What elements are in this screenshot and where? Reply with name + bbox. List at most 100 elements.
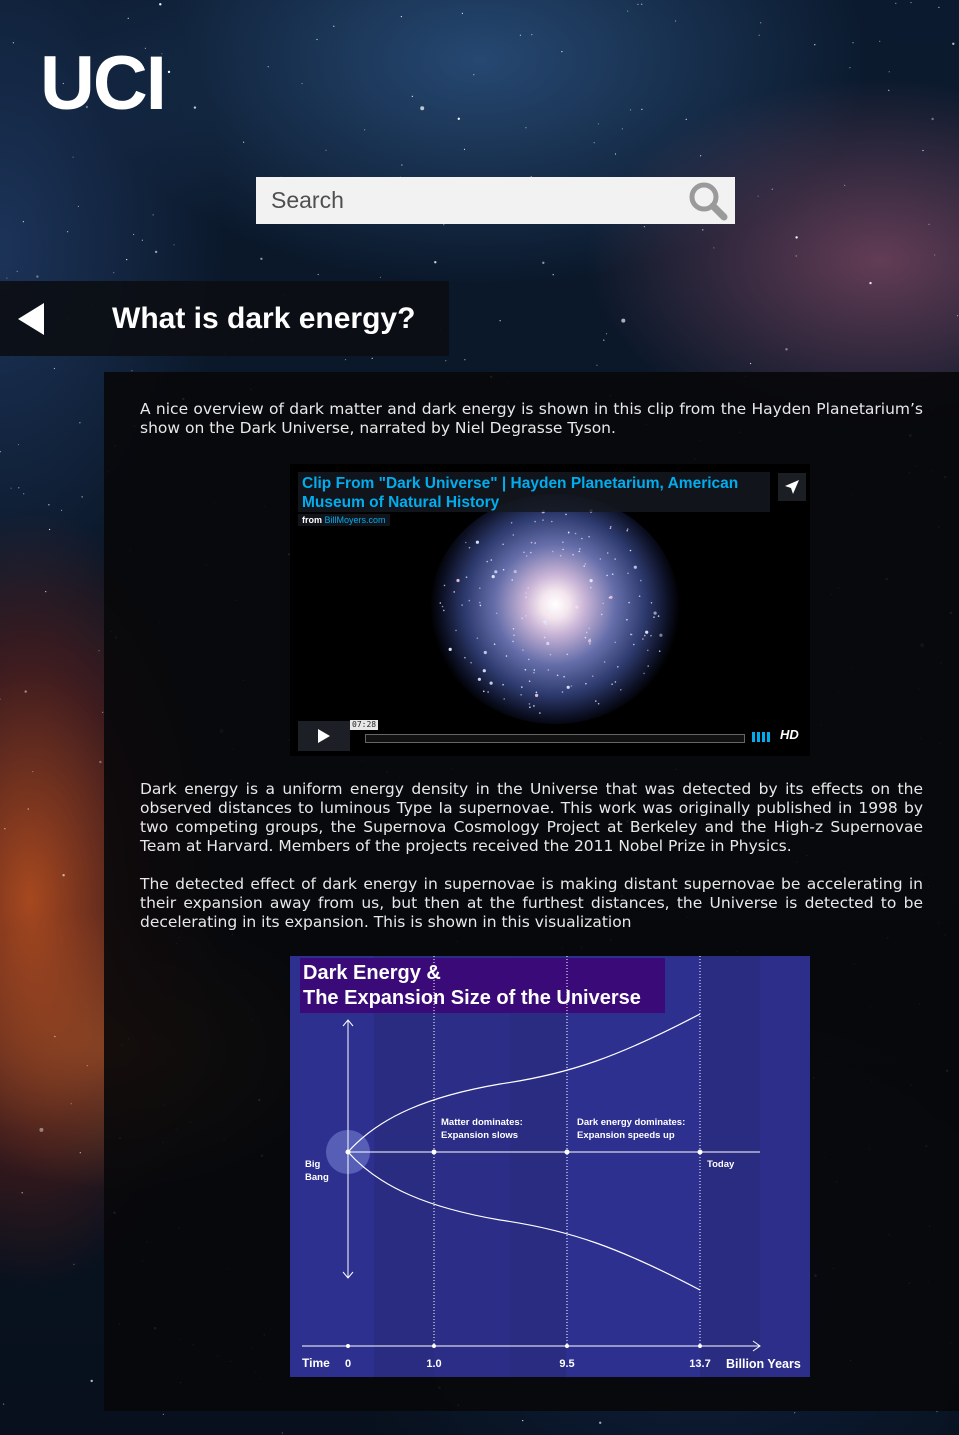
video-player[interactable]: Clip From "Dark Universe" | Hayden Plane… <box>290 464 810 756</box>
galaxy-star <box>659 633 663 637</box>
galaxy-star <box>638 595 641 597</box>
search-input[interactable] <box>256 176 673 225</box>
intro-paragraph: A nice overview of dark matter and dark … <box>140 400 923 437</box>
star <box>36 275 39 278</box>
galaxy-star <box>483 650 487 655</box>
search-icon[interactable] <box>687 180 729 222</box>
star <box>603 339 605 341</box>
galaxy-star <box>540 594 543 596</box>
video-title-link[interactable]: Clip From "Dark Universe" | Hayden Plane… <box>302 474 766 512</box>
matter-annotation-line1: Matter dominates: <box>441 1117 523 1128</box>
star <box>928 223 930 225</box>
galaxy-star <box>588 535 590 538</box>
galaxy-star <box>479 604 482 607</box>
galaxy-star <box>502 568 505 571</box>
galaxy-star <box>505 655 508 657</box>
paper-plane-icon <box>785 480 799 494</box>
galaxy-star <box>658 650 661 652</box>
galaxy-star <box>503 698 505 700</box>
galaxy-star <box>585 631 588 634</box>
galaxy-star <box>620 689 622 691</box>
video-progress-bar[interactable] <box>365 734 745 743</box>
star <box>910 1 912 4</box>
galaxy-star <box>603 661 606 663</box>
galaxy-star <box>584 636 587 639</box>
star <box>596 364 598 366</box>
star <box>936 1411 938 1413</box>
star <box>364 129 366 131</box>
star <box>260 257 263 260</box>
big-bang-point <box>345 1149 351 1155</box>
body-paragraph-2: The detected effect of dark energy in su… <box>140 875 923 931</box>
galaxy-star <box>493 643 496 645</box>
galaxy-star <box>633 565 637 569</box>
time-axis-unit: Billion Years <box>726 1357 801 1371</box>
galaxy-star <box>630 633 633 636</box>
star <box>401 164 403 166</box>
star <box>193 106 197 109</box>
galaxy-star <box>545 623 547 625</box>
star <box>126 259 128 261</box>
galaxy-star <box>482 669 486 673</box>
star <box>411 95 413 97</box>
galaxy-star <box>627 572 629 575</box>
star <box>794 1412 796 1414</box>
star <box>552 274 554 276</box>
galaxy-star <box>523 551 525 554</box>
galaxy-star <box>443 609 445 612</box>
era-band <box>760 956 810 1377</box>
volume-bars-icon[interactable] <box>752 732 774 742</box>
galaxy-star <box>543 620 547 624</box>
star <box>593 142 595 144</box>
content-panel: A nice overview of dark matter and dark … <box>104 372 959 1411</box>
galaxy-star <box>588 627 590 630</box>
star <box>23 493 25 495</box>
video-source-link[interactable]: BillMoyers.com <box>325 515 386 525</box>
galaxy-star <box>559 554 562 557</box>
star <box>316 38 318 41</box>
star <box>70 1103 72 1105</box>
share-button[interactable] <box>778 473 806 501</box>
galaxy-star <box>479 601 481 604</box>
galaxy-star <box>626 618 628 621</box>
star <box>17 444 20 446</box>
uci-logo[interactable]: UCI <box>40 46 167 122</box>
galaxy-star <box>575 605 579 609</box>
galaxy-star <box>502 683 504 686</box>
star <box>525 127 527 129</box>
star <box>685 118 687 120</box>
star <box>922 149 924 152</box>
play-button[interactable] <box>298 721 350 751</box>
star <box>77 205 79 207</box>
galaxy-star <box>468 546 471 549</box>
star <box>931 117 934 121</box>
time-tick <box>565 1344 569 1348</box>
body-paragraph-1: Dark energy is a uniform energy density … <box>140 780 923 855</box>
star <box>54 1035 56 1038</box>
star <box>938 6 940 8</box>
star <box>72 156 74 158</box>
hd-toggle[interactable]: HD <box>780 727 799 742</box>
galaxy-star <box>609 595 613 599</box>
star <box>379 276 381 278</box>
galaxy-star <box>585 682 587 685</box>
galaxy-star <box>448 647 452 651</box>
galaxy-star <box>614 558 616 560</box>
back-button[interactable] <box>0 281 62 356</box>
galaxy-star <box>564 611 566 614</box>
galaxy-star <box>566 685 570 689</box>
star <box>344 359 347 361</box>
galaxy-star <box>597 702 600 705</box>
star <box>159 3 162 6</box>
galaxy-star <box>524 668 527 671</box>
galaxy-star <box>502 543 504 546</box>
epoch-point <box>564 1149 570 1155</box>
galaxy-star <box>525 555 528 557</box>
star <box>79 1152 81 1154</box>
tick-label-1: 1.0 <box>426 1358 441 1370</box>
galaxy-star <box>657 615 660 617</box>
galaxy-star <box>487 691 489 693</box>
star <box>18 487 20 489</box>
star <box>127 17 129 19</box>
back-arrow-icon <box>18 302 44 335</box>
